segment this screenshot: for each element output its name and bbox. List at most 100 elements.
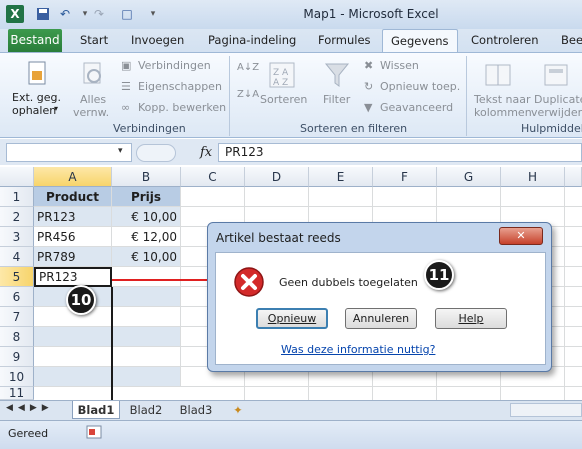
cancel-button[interactable]: Annuleren [345, 308, 417, 329]
filter-funnel-icon [322, 60, 352, 90]
remove-duplicates-label-2[interactable]: verwijdere [531, 106, 582, 119]
cell-b3[interactable]: € 12,00 [112, 227, 181, 247]
cell-b4[interactable]: € 10,00 [112, 247, 181, 267]
cell-a2[interactable]: PR123 [34, 207, 112, 227]
row-header-8[interactable]: 8 [0, 327, 34, 347]
external-data-icon [24, 60, 50, 88]
text-to-columns-icon [483, 60, 513, 90]
formula-input[interactable]: PR123 [218, 143, 582, 162]
horizontal-scrollbar[interactable] [510, 403, 582, 417]
row-header-3[interactable]: 3 [0, 227, 34, 247]
external-data-dropdown-icon[interactable]: ▾ [54, 104, 58, 113]
column-header-g[interactable]: G [437, 167, 501, 187]
row-header-9[interactable]: 9 [0, 347, 34, 367]
column-header-i[interactable] [565, 167, 582, 187]
group-label-tools: Hulpmiddel [521, 122, 582, 135]
column-header-f[interactable]: F [373, 167, 437, 187]
tab-formulas[interactable]: Formules [310, 29, 379, 52]
tab-home[interactable]: Start [72, 29, 116, 52]
text-to-columns-label-2[interactable]: kolommen [474, 106, 532, 119]
clear-filter-button[interactable]: Wissen [380, 59, 419, 72]
sheet-tab-blad3[interactable]: Blad3 [174, 401, 218, 419]
tab-view[interactable]: Bee [553, 29, 582, 52]
column-header-a[interactable]: A [34, 167, 112, 187]
cell-b8[interactable] [112, 327, 181, 347]
filter-button[interactable]: Filter [323, 93, 350, 106]
dialog-close-button[interactable]: ✕ [499, 227, 543, 245]
tab-data[interactable]: Gegevens [382, 29, 458, 53]
remove-duplicates-label-1[interactable]: Duplicate [534, 93, 582, 106]
advanced-filter-button[interactable]: Geavanceerd [380, 101, 453, 114]
tab-review[interactable]: Controleren [463, 29, 546, 52]
row-header-2[interactable]: 2 [0, 207, 34, 227]
cell-a1[interactable]: Product [34, 187, 112, 207]
sort-button[interactable]: Sorteren [260, 93, 307, 106]
cell-b10[interactable] [112, 367, 181, 387]
cell-a9[interactable] [34, 347, 112, 367]
remove-duplicates-icon [542, 60, 572, 90]
help-button[interactable]: Help [435, 308, 507, 329]
sort-ascending-button[interactable]: A↓Z [237, 62, 259, 73]
feedback-link[interactable]: Was deze informatie nuttig? [281, 343, 435, 356]
external-data-label-2[interactable]: ophalen [12, 104, 56, 117]
external-data-label-1[interactable]: Ext. geg. [12, 91, 61, 104]
row-header-6[interactable]: 6 [0, 287, 34, 307]
column-header-b[interactable]: B [112, 167, 181, 187]
sheet-tab-blad2[interactable]: Blad2 [124, 401, 168, 419]
cell-a8[interactable] [34, 327, 112, 347]
sheet-tab-blad1[interactable]: Blad1 [72, 401, 120, 419]
cell-a5-active[interactable]: PR123 [34, 267, 112, 287]
insert-sheet-icon[interactable]: ✦ [228, 401, 248, 419]
refresh-all-label-1[interactable]: Alles [80, 93, 106, 106]
advanced-filter-icon: ▼ [364, 101, 373, 114]
group-label-sort-filter: Sorteren en filteren [300, 122, 408, 135]
cell-a10[interactable] [34, 367, 112, 387]
svg-text:A Z: A Z [273, 78, 288, 88]
row-header-10[interactable]: 10 [0, 367, 34, 387]
connections-button[interactable]: Verbindingen [138, 59, 211, 72]
text-to-columns-label-1[interactable]: Tekst naar [474, 93, 531, 106]
cell-b9[interactable] [112, 347, 181, 367]
tab-insert[interactable]: Invoegen [123, 29, 192, 52]
cell-a4[interactable]: PR789 [34, 247, 112, 267]
refresh-all-label-2[interactable]: vernw. [73, 106, 109, 119]
table-selection-border [111, 287, 113, 400]
properties-button[interactable]: Eigenschappen [138, 80, 222, 93]
name-box[interactable] [6, 143, 132, 162]
column-header-c[interactable]: C [181, 167, 245, 187]
name-box-dropdown-icon[interactable]: ▾ [118, 146, 123, 156]
dialog-title: Artikel bestaat reeds [216, 231, 341, 245]
cell-b2[interactable]: € 10,00 [112, 207, 181, 227]
cell-b7[interactable] [112, 307, 181, 327]
ribbon-separator [229, 56, 230, 136]
status-text: Gereed [8, 427, 49, 440]
tab-page-layout[interactable]: Pagina-indeling [200, 29, 304, 52]
window-title: Map1 - Microsoft Excel [303, 7, 439, 21]
row-header-5[interactable]: 5 [0, 267, 34, 287]
column-header-h[interactable]: H [501, 167, 565, 187]
formula-bar-expander[interactable] [136, 144, 176, 162]
tab-file[interactable]: Bestand [8, 29, 62, 52]
select-all-corner[interactable] [0, 167, 34, 187]
callout-10: 10 [66, 285, 96, 315]
retry-button[interactable]: Opnieuw [256, 308, 328, 329]
row-header-4[interactable]: 4 [0, 247, 34, 267]
column-header-d[interactable]: D [245, 167, 309, 187]
properties-icon: ☰ [121, 80, 131, 93]
column-header-e[interactable]: E [309, 167, 373, 187]
sheet-nav-arrows-icon[interactable]: ◀◀▶▶ [6, 403, 54, 413]
refresh-all-icon [80, 60, 106, 88]
cell-a3[interactable]: PR456 [34, 227, 112, 247]
title-bar: X ↶ ▾ ↷ □ ▾ Map1 - Microsoft Excel [0, 0, 582, 29]
cell-b1[interactable]: Prijs [112, 187, 181, 207]
row-header-11[interactable]: 11 [0, 387, 34, 400]
insert-function-icon[interactable]: fx [200, 145, 212, 160]
edit-links-button[interactable]: Kopp. bewerken [138, 101, 226, 114]
macro-record-icon[interactable] [86, 424, 102, 440]
row-header-7[interactable]: 7 [0, 307, 34, 327]
sort-descending-button[interactable]: Z↓A [237, 89, 259, 100]
cell-b6[interactable] [112, 287, 181, 307]
dialog-message: Geen dubbels toegelaten [279, 276, 418, 289]
row-header-1[interactable]: 1 [0, 187, 34, 207]
reapply-button[interactable]: Opnieuw toep. [380, 80, 460, 93]
